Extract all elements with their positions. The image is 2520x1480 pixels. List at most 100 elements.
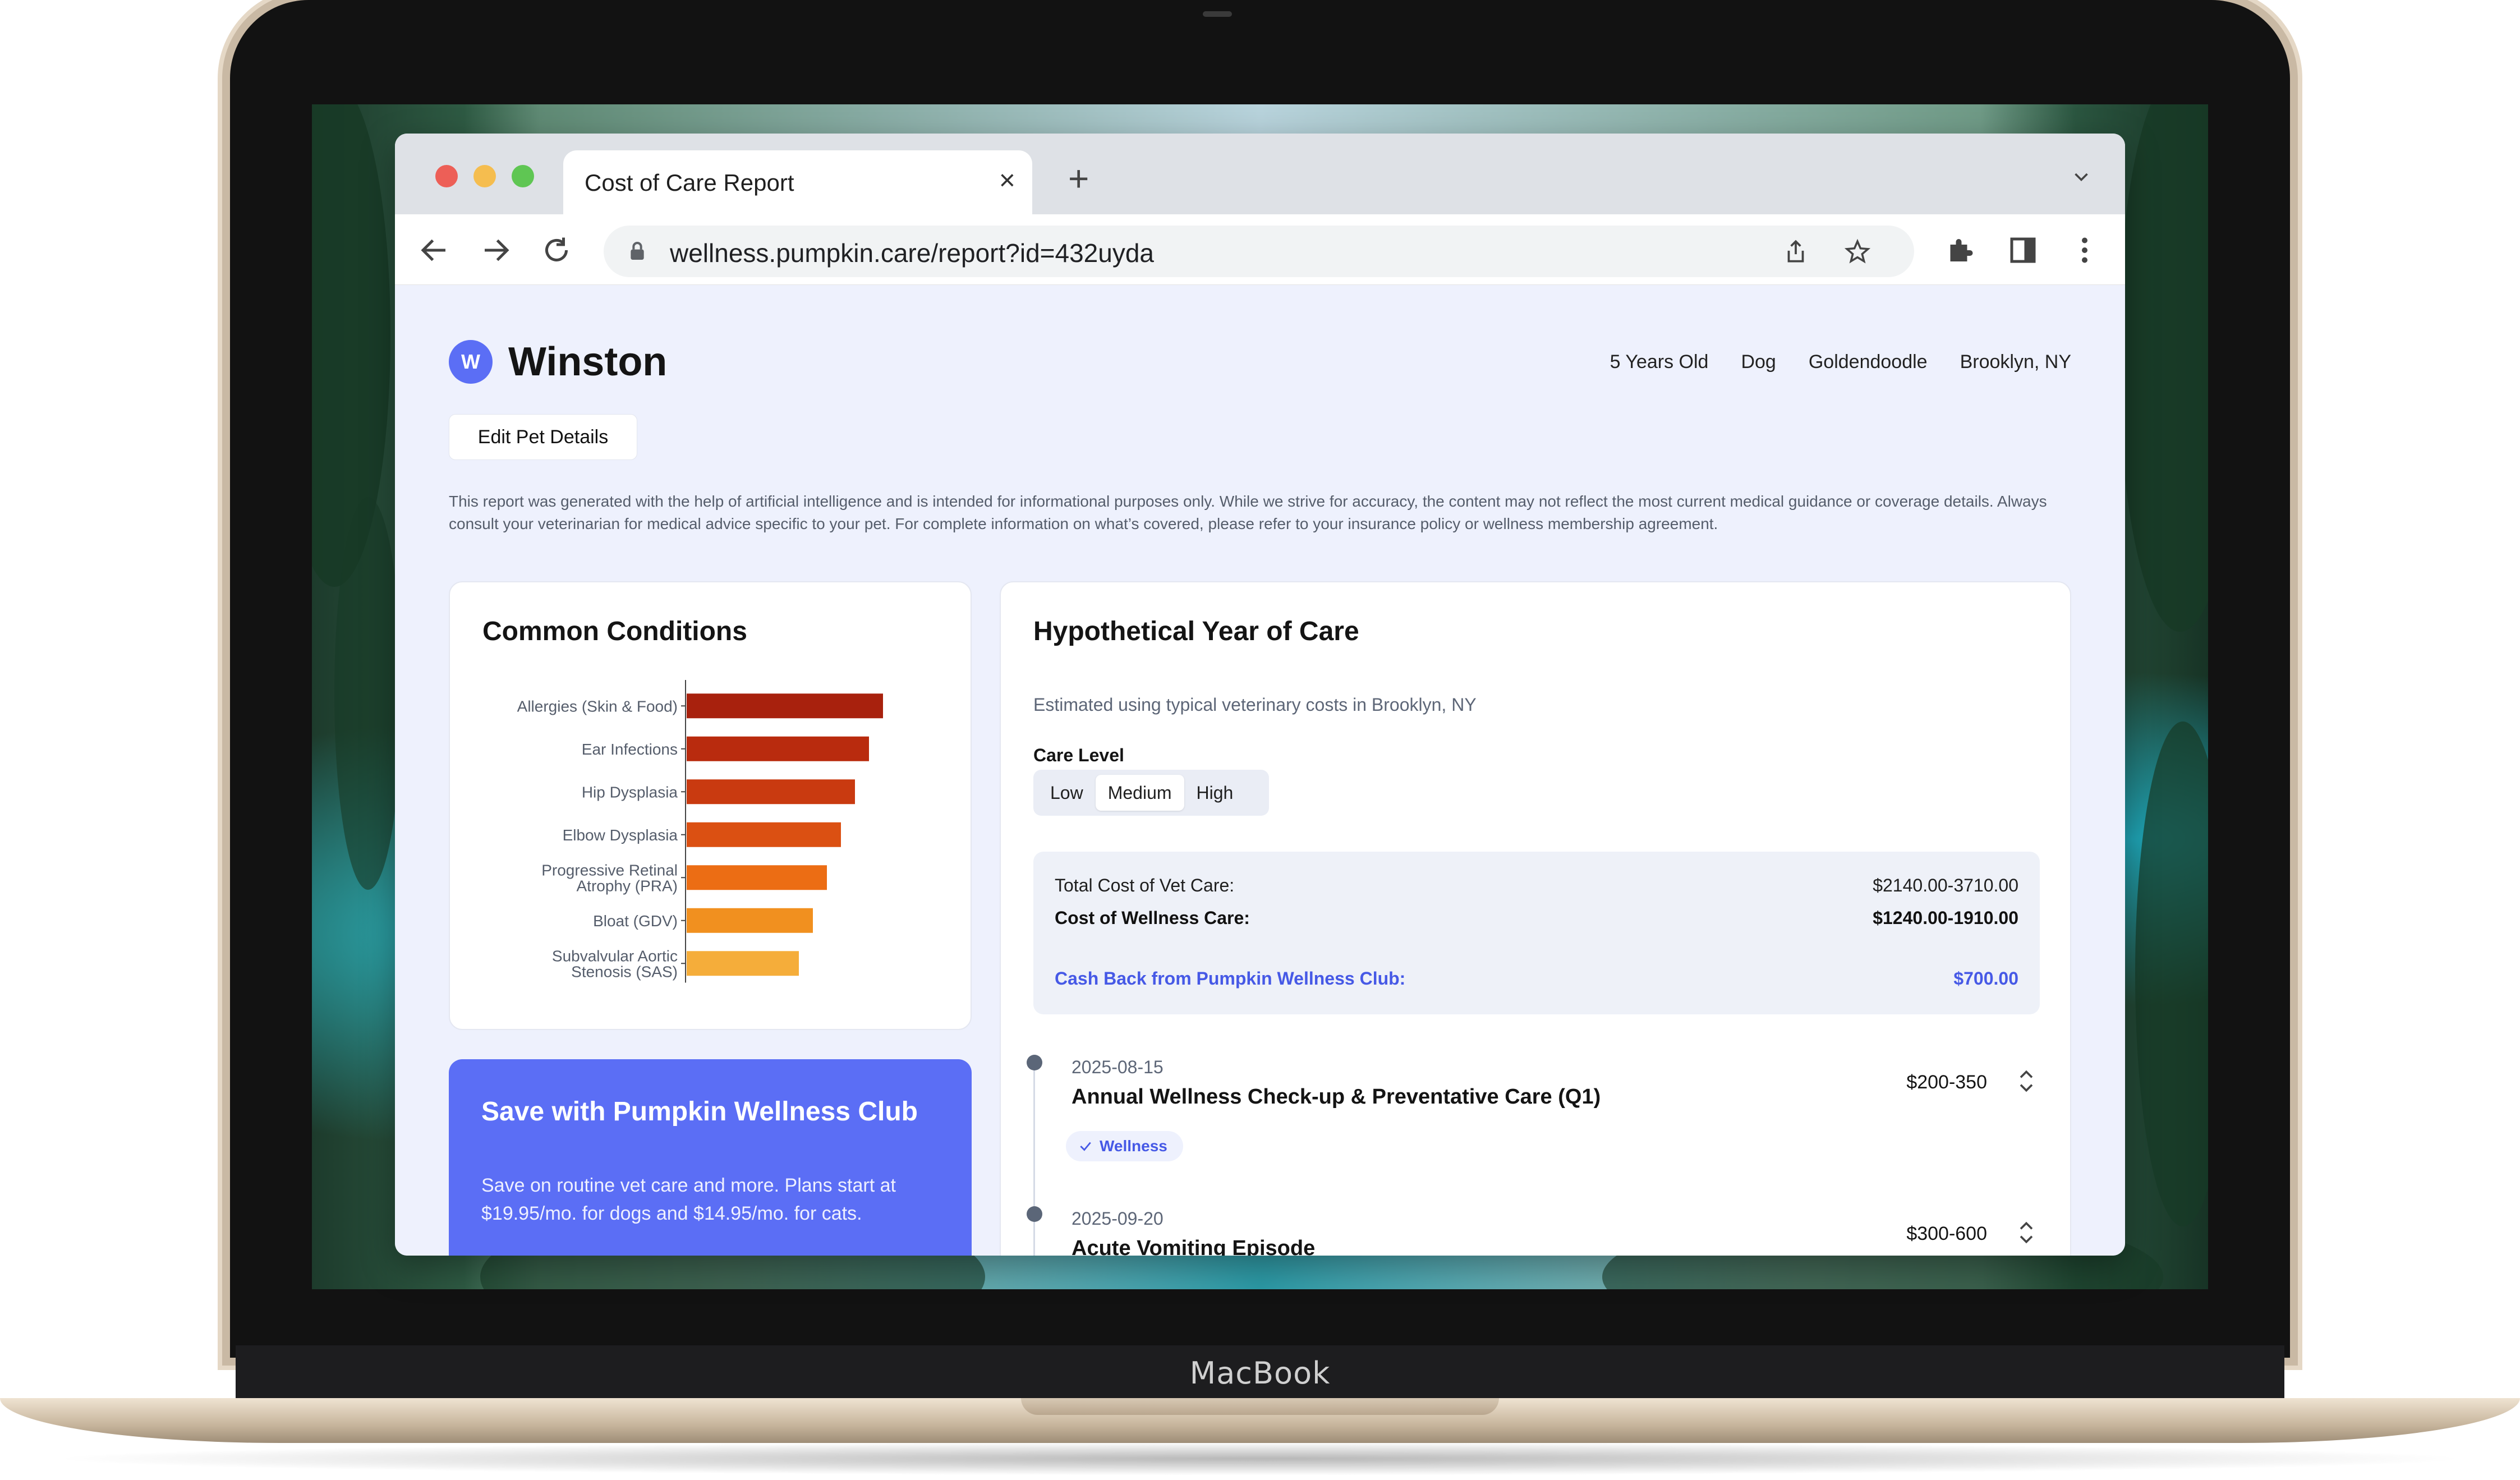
browser-window: Cost of Care Report × + wellness.pumpkin…	[395, 134, 2125, 1256]
event-title: Acute Vomiting Episode	[1072, 1237, 1316, 1256]
conditions-bar-chart: Allergies (Skin & Food) Ear Infections Hip…	[517, 680, 883, 983]
wellness-care-row: Cost of Wellness Care: $1240.00-1910.00	[1055, 908, 2018, 929]
report-page: W Winston 5 Years Old Dog Goldendoodle B…	[395, 285, 2125, 1256]
browser-toolbar: wellness.pumpkin.care/report?id=432uyda	[395, 214, 2125, 285]
tab-title: Cost of Care Report	[585, 169, 794, 196]
cashback-label: Cash Back from Pumpkin Wellness Club:	[1055, 968, 1406, 989]
event-title: Annual Wellness Check-up & Preventative …	[1072, 1085, 1601, 1109]
event-date: 2025-08-15	[1072, 1057, 1164, 1077]
pet-breed: Goldendoodle	[1808, 351, 1928, 373]
chart-category-label-line: Atrophy (PRA)	[577, 877, 678, 894]
checkmark-icon	[1080, 1142, 1091, 1151]
cashback-value: $700.00	[1953, 968, 2018, 989]
common-conditions-title: Common Conditions	[482, 617, 747, 646]
care-level-medium[interactable]: Medium	[1095, 775, 1184, 811]
chart-bar	[687, 951, 799, 976]
chart-category-label-line: Hip Dysplasia	[582, 783, 678, 801]
lock-icon[interactable]	[626, 239, 649, 264]
promo-text: Save on routine vet care and more. Plans…	[481, 1175, 896, 1224]
address-bar[interactable]: wellness.pumpkin.care/report?id=432uyda	[604, 226, 1914, 277]
wellness-badge-label: Wellness	[1100, 1137, 1167, 1155]
pet-age: 5 Years Old	[1610, 351, 1709, 373]
minimize-window-button[interactable]	[473, 165, 496, 187]
pet-name: Winston	[508, 339, 668, 384]
timeline-line	[1033, 1063, 1035, 1256]
timeline-dot	[1027, 1206, 1042, 1222]
chevron-down-icon[interactable]	[2071, 167, 2091, 187]
laptop-brand-label: MacBook	[236, 1345, 2284, 1401]
maximize-window-button[interactable]	[512, 165, 534, 187]
chart-bar	[687, 779, 855, 805]
year-of-care-title: Hypothetical Year of Care	[1033, 617, 1359, 646]
edit-pet-details-button[interactable]: Edit Pet Details	[449, 414, 637, 460]
chart-category-label: Hip Dysplasia	[582, 783, 678, 801]
tab-bar: Cost of Care Report × +	[395, 134, 2125, 214]
chart-bar	[687, 865, 827, 890]
close-icon[interactable]: ×	[999, 166, 1015, 194]
care-level-label: Care Level	[1033, 745, 1124, 765]
event-date: 2025-09-20	[1072, 1208, 1164, 1229]
wellness-care-value: $1240.00-1910.00	[1873, 908, 2018, 928]
close-window-button[interactable]	[435, 165, 458, 187]
laptop-hinge-notch	[1021, 1398, 1499, 1415]
year-of-care-subtitle: Estimated using typical veterinary costs…	[1033, 695, 1477, 715]
event-price: $300-600	[1906, 1223, 1987, 1244]
browser-tab-active[interactable]: Cost of Care Report ×	[563, 150, 1032, 214]
cost-totals-panel: Total Cost of Vet Care: $2140.00-3710.00…	[1033, 852, 2040, 1014]
wellness-care-label: Cost of Wellness Care:	[1055, 908, 1250, 928]
care-level-high[interactable]: High	[1184, 775, 1246, 811]
expand-collapse-icon[interactable]	[2015, 1219, 2038, 1247]
timeline-dot	[1027, 1055, 1042, 1070]
chart-category-label: Progressive Retinal Atrophy (PRA)	[541, 861, 678, 894]
chart-category-label-line: Stenosis (SAS)	[571, 963, 678, 980]
bookmark-star-icon[interactable]	[1843, 238, 1871, 266]
chart-category-label-line: Bloat (GDV)	[593, 912, 678, 930]
pet-avatar: W	[449, 340, 493, 384]
cashback-row: Cash Back from Pumpkin Wellness Club: $7…	[1055, 968, 2018, 989]
laptop-shadow	[45, 1442, 2475, 1476]
more-options-icon[interactable]	[2068, 233, 2101, 267]
chart-bar	[687, 736, 869, 761]
care-level-low[interactable]: Low	[1038, 775, 1096, 811]
care-level-selector: Low Medium High	[1033, 770, 1269, 816]
back-arrow-icon[interactable]	[417, 233, 451, 267]
chart-bar	[687, 908, 813, 933]
pet-location: Brooklyn, NY	[1960, 351, 2071, 373]
wellness-club-promo-card[interactable]: Save with Pumpkin Wellness Club Save on …	[449, 1059, 972, 1256]
side-panel-icon[interactable]	[2006, 233, 2040, 267]
reload-icon[interactable]	[540, 233, 573, 267]
chart-category-label: Allergies (Skin & Food)	[517, 697, 678, 715]
chart-bar	[687, 822, 841, 847]
wallpaper-tree	[2135, 721, 2208, 1226]
chart-category-label-line: Progressive Retinal	[541, 861, 678, 879]
share-icon[interactable]	[1782, 238, 1810, 266]
chart-category-label: Ear Infections	[582, 741, 678, 758]
common-conditions-card: Common Conditions Allergies (Skin & Food…	[449, 581, 972, 1030]
chart-category-label-line: Ear Infections	[582, 741, 678, 758]
expand-collapse-icon[interactable]	[2015, 1067, 2038, 1095]
forward-arrow-icon[interactable]	[479, 233, 513, 267]
chart-category-label-line: Subvalvular Aortic	[552, 947, 678, 964]
chart-category-label: Bloat (GDV)	[593, 912, 678, 930]
promo-title: Save with Pumpkin Wellness Club	[481, 1097, 918, 1127]
total-vet-care-value: $2140.00-3710.00	[1873, 875, 2018, 895]
camera	[1203, 11, 1232, 17]
total-vet-care-row: Total Cost of Vet Care: $2140.00-3710.00	[1055, 875, 2018, 896]
chart-bar	[687, 693, 883, 719]
url-text: wellness.pumpkin.care/report?id=432uyda	[670, 238, 1155, 268]
pet-species: Dog	[1741, 351, 1776, 373]
wallpaper-tree	[334, 497, 402, 890]
chart-category-label: Subvalvular Aortic Stenosis (SAS)	[552, 947, 678, 980]
chart-category-label-line: Allergies (Skin & Food)	[517, 697, 678, 715]
new-tab-icon[interactable]: +	[1068, 160, 1089, 196]
ai-disclaimer: This report was generated with the help …	[449, 493, 2047, 532]
chart-category-label-line: Elbow Dysplasia	[563, 826, 678, 844]
event-price: $200-350	[1906, 1072, 1987, 1093]
wellness-badge: Wellness	[1066, 1131, 1183, 1161]
total-vet-care-label: Total Cost of Vet Care:	[1055, 875, 1235, 895]
extensions-puzzle-icon[interactable]	[1943, 233, 1977, 267]
wallpaper-tree	[2118, 104, 2208, 632]
chart-category-label: Elbow Dysplasia	[563, 826, 678, 844]
year-of-care-card: Hypothetical Year of Care Estimated usin…	[1000, 581, 2071, 1256]
pet-facts: 5 Years Old Dog Goldendoodle Brooklyn, N…	[1610, 351, 2071, 373]
